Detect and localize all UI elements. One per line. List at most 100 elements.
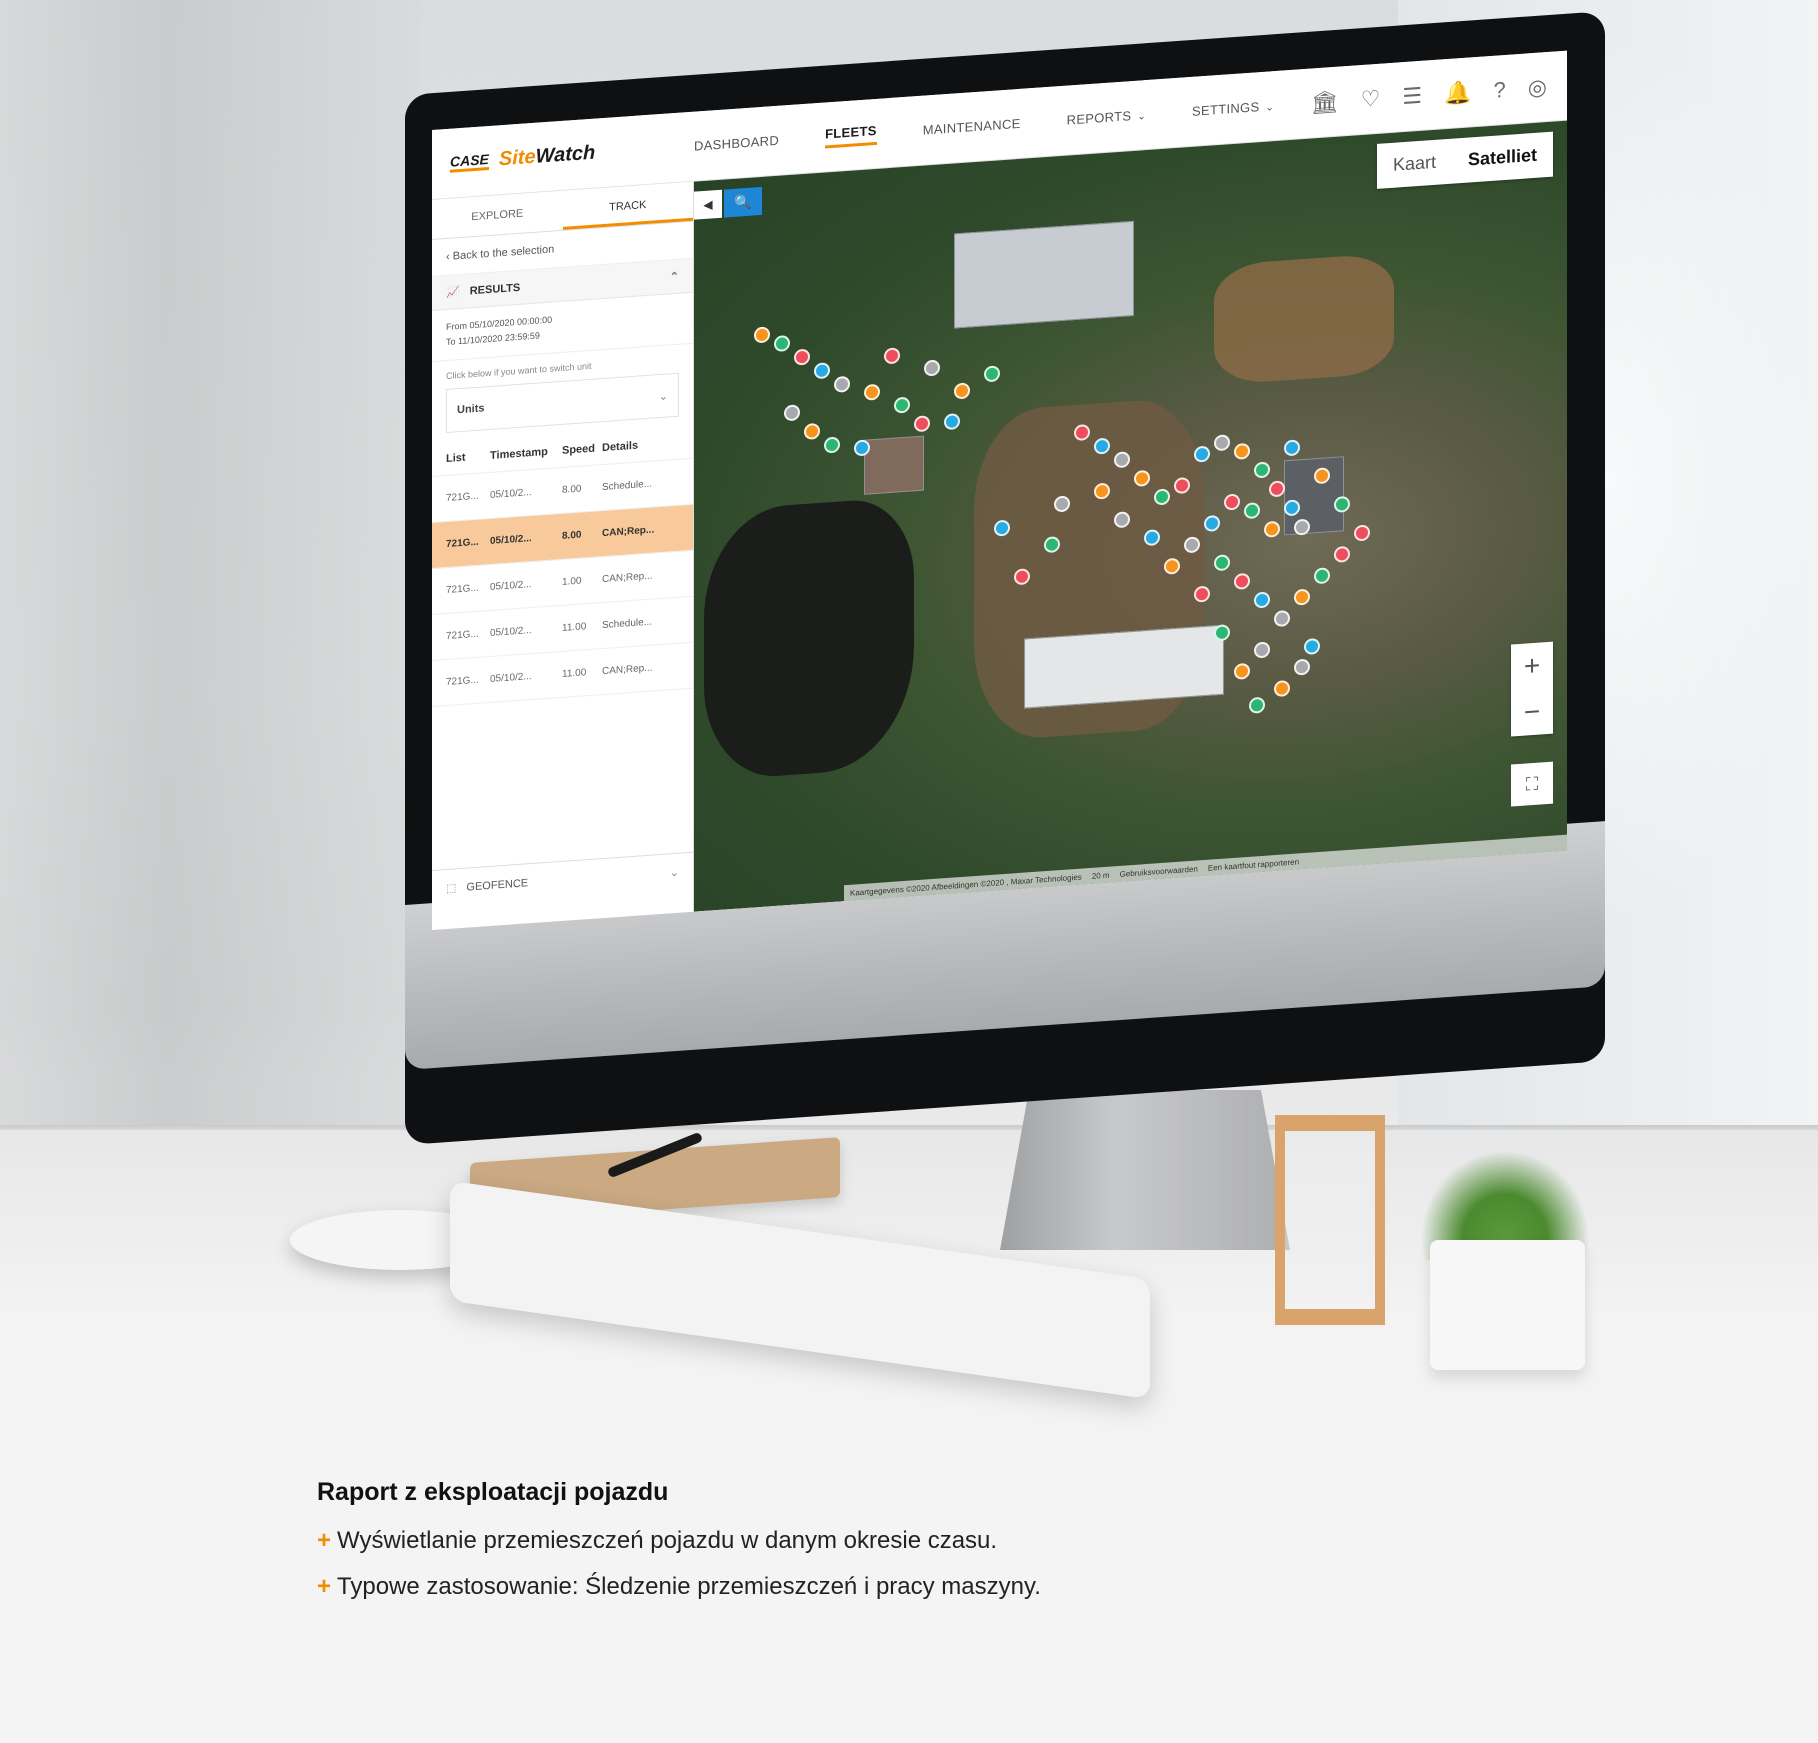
track-point[interactable] [1214, 434, 1230, 452]
cell-timestamp: 05/10/2... [490, 533, 532, 547]
geofence-icon: ⬚ [446, 882, 457, 896]
track-point[interactable] [914, 415, 930, 433]
track-point[interactable] [1254, 461, 1270, 479]
satellite-map[interactable]: ◀ 🔍 Kaart Satelliet + − ⛶ Kaartgegevens … [694, 120, 1567, 912]
track-point[interactable] [1254, 591, 1270, 609]
track-point[interactable] [1234, 572, 1250, 590]
track-point[interactable] [1274, 680, 1290, 698]
background-blur-left [0, 0, 420, 1160]
nav-settings[interactable]: SETTINGS ⌄ [1192, 98, 1274, 119]
track-point[interactable] [1274, 610, 1290, 628]
track-point[interactable] [1234, 662, 1250, 680]
bank-icon[interactable]: 🏛 [1311, 88, 1339, 116]
sliders-icon[interactable]: ☰ [1402, 82, 1422, 109]
track-point[interactable] [1249, 696, 1265, 714]
col-list[interactable]: List [446, 450, 490, 465]
map-building [1284, 456, 1344, 536]
chevron-down-icon: ⌄ [658, 389, 668, 403]
track-point[interactable] [1204, 514, 1220, 533]
nav-reports[interactable]: REPORTS ⌄ [1067, 107, 1146, 128]
track-point[interactable] [1264, 520, 1280, 538]
track-point[interactable] [814, 362, 830, 380]
bell-icon[interactable]: 🔔 [1444, 79, 1471, 107]
col-speed[interactable]: Speed [562, 442, 602, 457]
fullscreen-icon: ⛶ [1525, 773, 1539, 795]
track-point[interactable] [864, 383, 880, 401]
units-dropdown-value: Units [457, 402, 485, 417]
track-point[interactable] [784, 404, 800, 422]
help-icon[interactable]: ? [1494, 76, 1506, 103]
monitor-screen: CASE SiteWatch DASHBOARD FLEETS MAINTENA… [432, 50, 1567, 931]
cell-list: 721G... [446, 490, 479, 505]
track-point[interactable] [1334, 545, 1350, 563]
zoom-out-button[interactable]: − [1511, 688, 1553, 737]
chevron-down-icon: ⌄ [1137, 111, 1147, 123]
user-icon[interactable]: ◎ [1528, 74, 1547, 101]
track-point[interactable] [924, 359, 940, 377]
track-point[interactable] [1244, 502, 1260, 520]
cell-speed: 8.00 [562, 529, 582, 542]
track-point[interactable] [1294, 588, 1310, 606]
chevron-down-icon: ⌄ [1265, 102, 1275, 114]
results-title: RESULTS [469, 281, 521, 297]
monitor-stand [1000, 1090, 1290, 1250]
zoom-in-button[interactable]: + [1511, 642, 1553, 691]
track-point[interactable] [1254, 641, 1270, 659]
cell-details: CAN;Rep... [602, 662, 653, 678]
track-point[interactable] [1284, 439, 1300, 457]
nav-maintenance[interactable]: MAINTENANCE [923, 116, 1021, 138]
track-point[interactable] [1314, 567, 1330, 585]
map-type-satelliet-button[interactable]: Satelliet [1452, 132, 1553, 184]
cell-list: 721G... [446, 536, 479, 551]
track-point[interactable] [1234, 442, 1250, 460]
track-point[interactable] [1294, 658, 1310, 676]
caption-line-1-text: Wyświetlanie przemieszczeń pojazdu w dan… [337, 1527, 998, 1554]
chevron-down-icon: ⌄ [669, 866, 679, 880]
track-point[interactable] [804, 422, 820, 440]
cell-list: 721G... [446, 674, 479, 689]
geofence-section-header[interactable]: ⬚ GEOFENCE ⌄ [432, 851, 693, 908]
map-building [864, 435, 924, 495]
track-point[interactable] [774, 334, 790, 353]
track-point[interactable] [1194, 445, 1210, 463]
track-point[interactable] [1304, 637, 1320, 656]
track-point[interactable] [1214, 624, 1230, 642]
cell-list: 721G... [446, 582, 479, 597]
cell-timestamp: 05/10/2... [490, 625, 532, 639]
track-point[interactable] [1334, 495, 1350, 513]
track-point[interactable] [824, 436, 840, 454]
track-point[interactable] [754, 326, 770, 344]
heart-icon[interactable]: ♡ [1361, 85, 1381, 112]
col-timestamp[interactable]: Timestamp [490, 445, 562, 462]
caption-line-2: + Typowe zastosowanie: Śledzenie przemies… [317, 1573, 1617, 1601]
track-point[interactable] [894, 396, 910, 414]
map-type-kaart-button[interactable]: Kaart [1377, 139, 1452, 189]
track-point[interactable] [794, 348, 810, 366]
track-point[interactable] [834, 375, 850, 393]
track-point[interactable] [1224, 493, 1240, 511]
fullscreen-button[interactable]: ⛶ [1511, 761, 1553, 807]
track-point[interactable] [954, 382, 970, 400]
track-point[interactable] [1354, 524, 1370, 542]
terms-link[interactable]: Gebruiksvoorwaarden [1120, 864, 1198, 878]
search-button[interactable]: 🔍 [724, 186, 762, 218]
hourglass [1275, 1115, 1385, 1325]
nav-dashboard[interactable]: DASHBOARD [694, 133, 779, 154]
track-point[interactable] [1194, 585, 1210, 603]
track-point[interactable] [984, 365, 1000, 383]
report-error-link[interactable]: Een kaartfout rapporteren [1208, 857, 1299, 872]
sitewatch-logo[interactable]: CASE SiteWatch [432, 135, 694, 176]
search-icon: 🔍 [734, 193, 752, 211]
back-link-label: Back to the selection [452, 243, 555, 263]
chart-icon: 📈 [446, 286, 460, 300]
chevron-left-icon: ‹ [446, 250, 453, 264]
track-point[interactable] [944, 413, 960, 431]
track-point[interactable] [1269, 480, 1285, 498]
map-building [954, 220, 1134, 329]
track-point[interactable] [1214, 554, 1230, 572]
nav-fleets[interactable]: FLEETS [825, 122, 877, 149]
geofence-label: GEOFENCE [466, 876, 529, 894]
track-point[interactable] [884, 347, 900, 365]
col-details[interactable]: Details [602, 437, 679, 455]
collapse-panel-button[interactable]: ◀ [694, 189, 722, 220]
